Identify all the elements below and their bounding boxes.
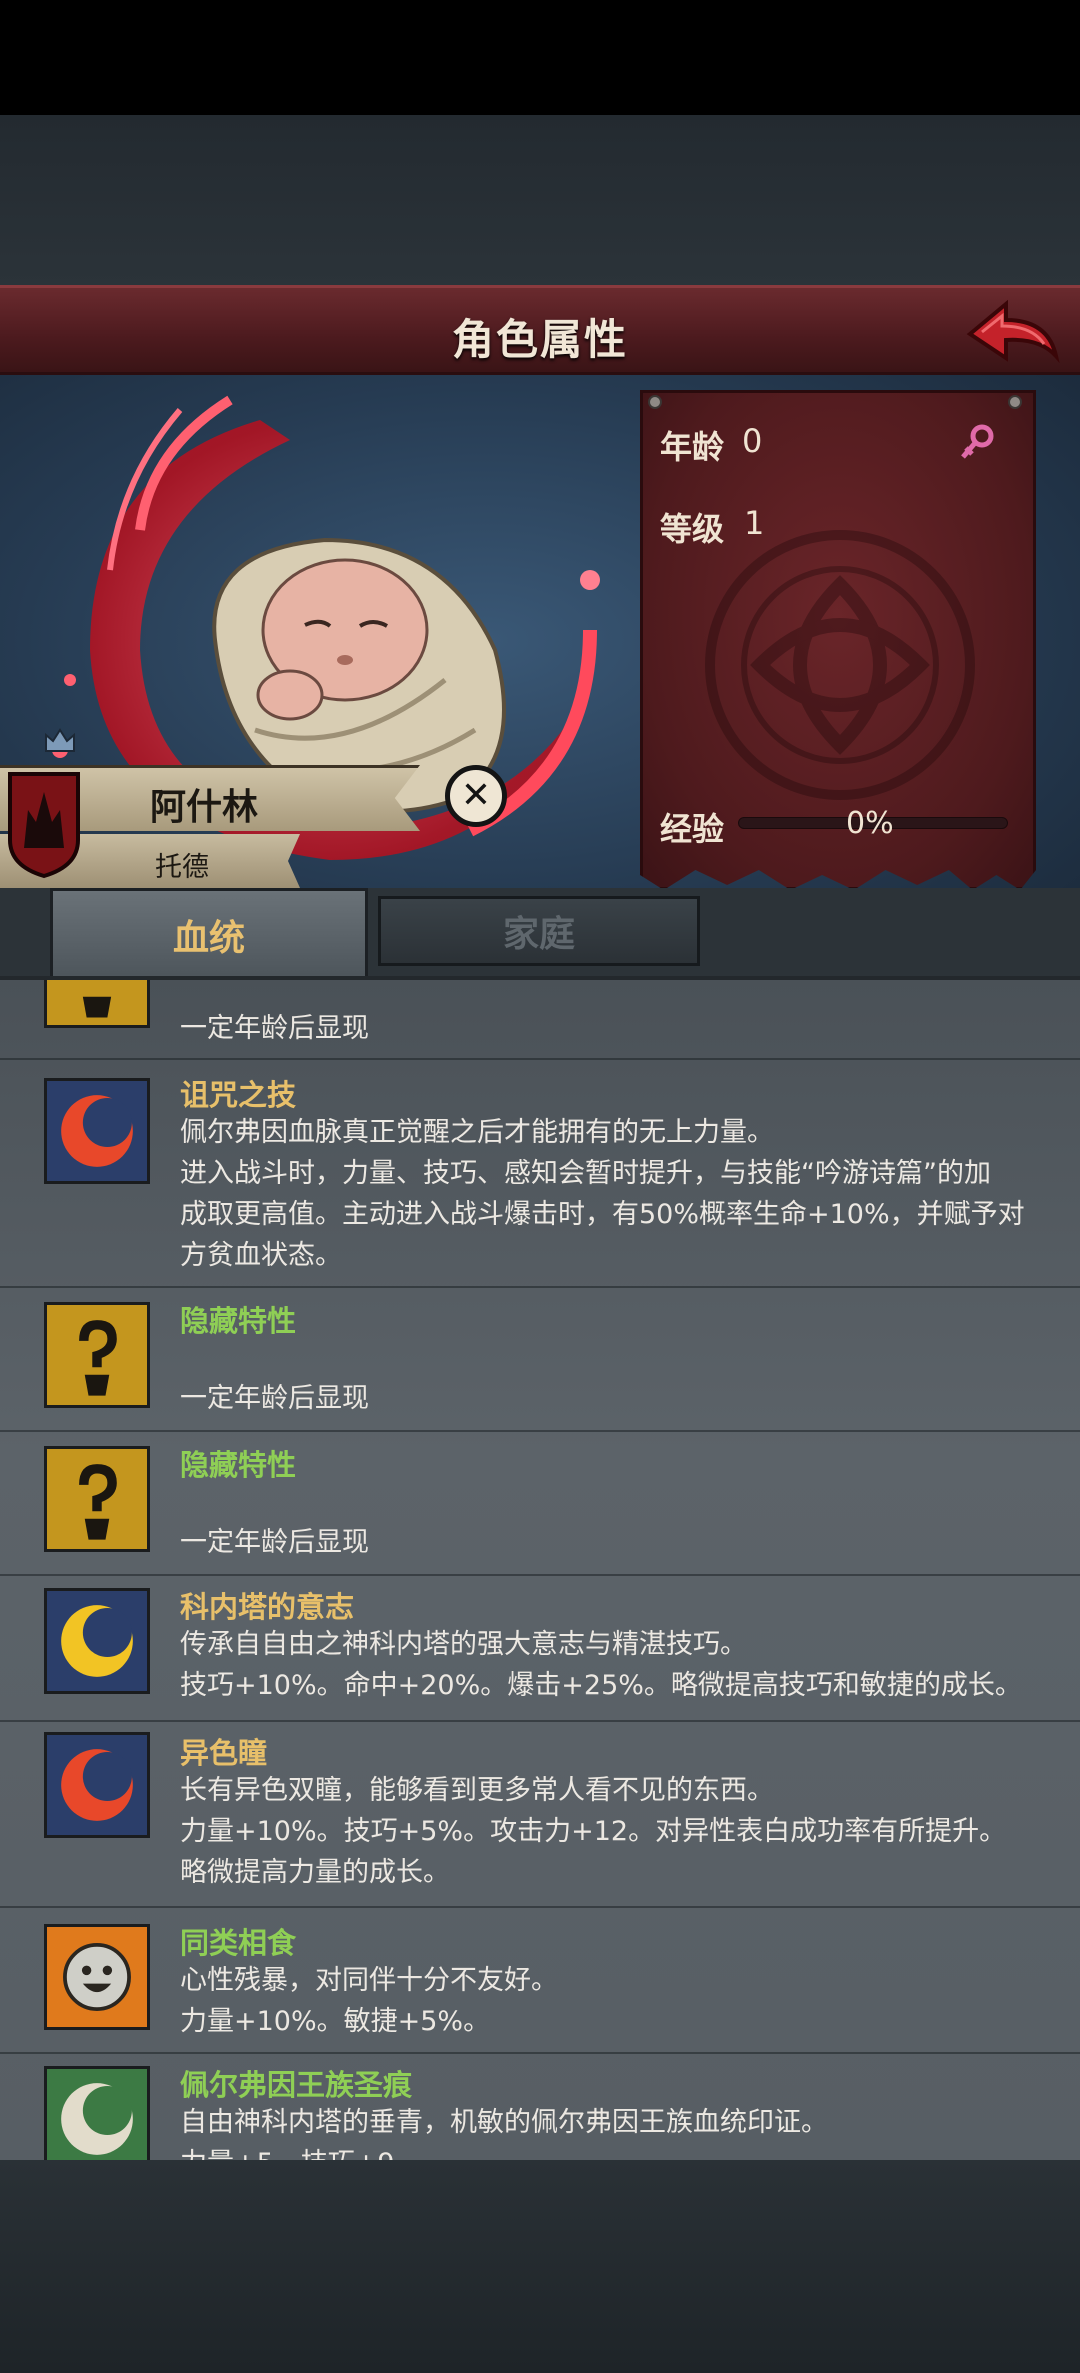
red-swirl-icon: [44, 1078, 150, 1184]
trait-row: 一定年龄后显现: [0, 980, 1080, 1060]
trait-row: 异色瞳 长有异色双瞳，能够看到更多常人看不见的东西。 力量+10%。技巧+5%。…: [0, 1722, 1080, 1908]
tab-bloodline[interactable]: 血统: [50, 888, 368, 978]
exp-value: 0%: [846, 806, 894, 841]
close-icon: ✕: [460, 775, 492, 816]
level-label: 等级: [660, 510, 725, 548]
trait-list[interactable]: 一定年龄后显现 诅咒之技 佩尔弗因血脉真正觉醒之后才能拥有的无上力量。 进入战斗…: [0, 976, 1080, 2160]
trait-title: 诅咒之技: [180, 1078, 297, 1112]
trait-title: 佩尔弗因王族圣痕: [180, 2068, 413, 2102]
house-crest-icon: [8, 772, 80, 879]
trait-desc: 长有异色双瞳，能够看到更多常人看不见的东西。 力量+10%。技巧+5%。攻击力+…: [180, 1775, 1007, 1888]
trait-title: 同类相食: [180, 1926, 297, 1960]
trait-desc: 佩尔弗因血脉真正觉醒之后才能拥有的无上力量。 进入战斗时，力量、技巧、感知会暂时…: [180, 1117, 1025, 1271]
red-swirl-icon: [44, 1732, 150, 1838]
trait-title: 科内塔的意志: [180, 1590, 355, 1624]
trait-row: 隐藏特性 一定年龄后显现: [0, 1432, 1080, 1576]
trait-desc: 自由神科内塔的垂青，机敏的佩尔弗因王族血统印证。 力量+5。技巧+9。: [180, 2107, 828, 2160]
trait-desc: 心性残暴，对同伴十分不友好。 力量+10%。敏捷+5%。: [180, 1965, 558, 2037]
title-bar: 角色属性: [0, 285, 1080, 375]
trait-row: 科内塔的意志 传承自自由之神科内塔的强大意志与精湛技巧。 技巧+10%。命中+2…: [0, 1576, 1080, 1722]
trait-desc: 传承自自由之神科内塔的强大意志与精湛技巧。 技巧+10%。命中+20%。爆击+2…: [180, 1629, 1022, 1701]
trait-desc: 一定年龄后显现: [180, 1383, 369, 1414]
upper-background: [0, 115, 1080, 285]
trait-row: 隐藏特性 一定年龄后显现: [0, 1288, 1080, 1432]
white-swirl-icon: [44, 2066, 150, 2160]
character-subtitle: 托德: [155, 852, 209, 883]
crown-icon: [45, 728, 75, 752]
trait-row: 佩尔弗因王族圣痕 自由神科内塔的垂青，机敏的佩尔弗因王族血统印证。 力量+5。技…: [0, 2054, 1080, 2160]
tab-family[interactable]: 家庭: [378, 896, 700, 966]
age-value: 0: [742, 422, 763, 460]
trait-title: 隐藏特性: [180, 1448, 297, 1482]
exp-label: 经验: [660, 810, 725, 848]
level-value: 1: [744, 504, 765, 542]
trait-row: 诅咒之技 佩尔弗因血脉真正觉醒之后才能拥有的无上力量。 进入战斗时，力量、技巧、…: [0, 1060, 1080, 1288]
trait-row: 同类相食 心性残暴，对同伴十分不友好。 力量+10%。敏捷+5%。: [0, 1908, 1080, 2054]
trait-title: 隐藏特性: [180, 1304, 297, 1338]
celtic-knot-emblem: [705, 530, 975, 800]
question-icon: [44, 1302, 150, 1408]
page-title: 角色属性: [451, 315, 628, 364]
back-arrow-icon[interactable]: [962, 298, 1062, 370]
question-icon: [44, 980, 150, 1028]
smiley-icon: [44, 1924, 150, 2030]
character-name: 阿什林: [150, 787, 259, 828]
female-gender-icon: [961, 424, 994, 459]
question-icon: [44, 1446, 150, 1552]
status-bar: [0, 0, 1080, 115]
trait-desc: 一定年龄后显现: [180, 1527, 369, 1558]
bottom-background: [0, 2160, 1080, 2373]
yellow-swirl-icon: [44, 1588, 150, 1694]
panel-pin: [1008, 395, 1022, 409]
dismiss-button[interactable]: ✕: [445, 765, 507, 827]
panel-pin: [648, 395, 662, 409]
trait-title: 异色瞳: [180, 1736, 268, 1770]
age-label: 年龄: [660, 428, 725, 466]
trait-desc: 一定年龄后显现: [180, 1013, 369, 1044]
